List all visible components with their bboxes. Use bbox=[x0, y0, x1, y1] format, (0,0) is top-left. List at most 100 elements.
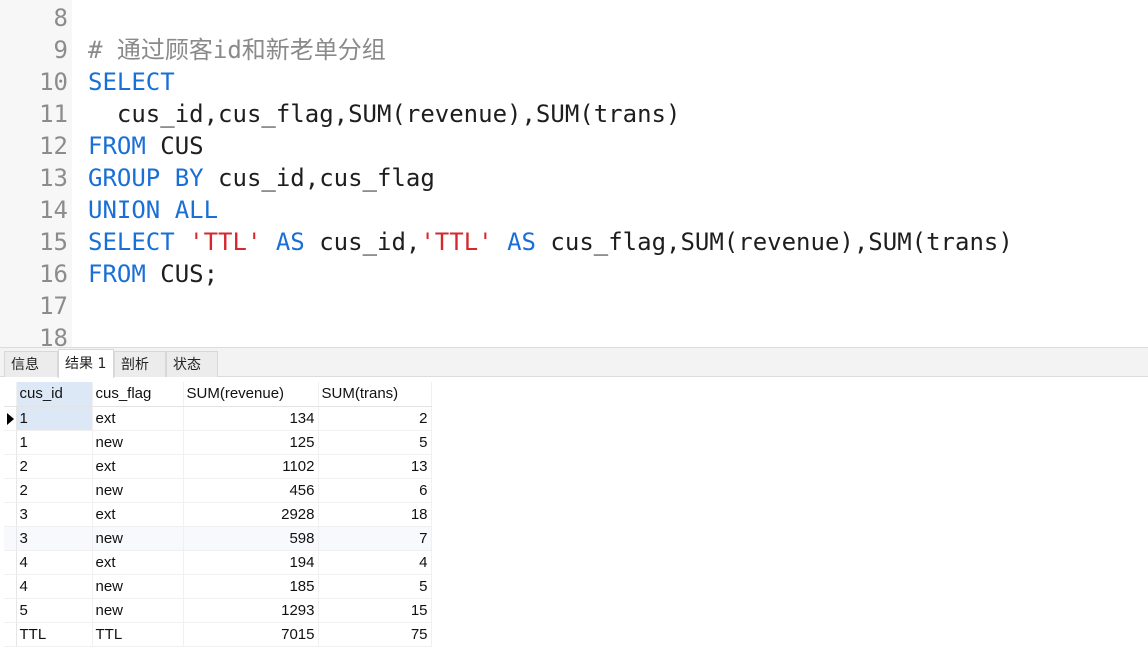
line-number: 10 bbox=[39, 68, 68, 96]
cell-sum-trans[interactable]: 75 bbox=[318, 622, 432, 647]
cell-sum-revenue[interactable]: 125 bbox=[183, 430, 319, 455]
table-header-row: cus_id cus_flag SUM(revenue) SUM(trans) bbox=[4, 382, 432, 407]
table-row[interactable]: 2 new 456 6 bbox=[4, 478, 432, 503]
column-header-cus-id[interactable]: cus_id bbox=[16, 382, 93, 407]
code-line[interactable]: 10 SELECT bbox=[0, 66, 1148, 98]
cell-cus-flag[interactable]: TTL bbox=[92, 622, 184, 647]
cell-cus-id[interactable]: 2 bbox=[16, 478, 93, 503]
cell-sum-revenue[interactable]: 456 bbox=[183, 478, 319, 503]
code-line[interactable]: 16 FROM CUS; bbox=[0, 258, 1148, 290]
code-line[interactable]: 15 SELECT 'TTL' AS cus_id,'TTL' AS cus_fl… bbox=[0, 226, 1148, 258]
cell-cus-id[interactable]: 4 bbox=[16, 574, 93, 599]
sql-token: cus_flag,SUM(revenue),SUM(trans) bbox=[535, 228, 1013, 256]
row-marker[interactable] bbox=[4, 598, 17, 623]
cell-cus-id[interactable]: 3 bbox=[16, 502, 93, 527]
row-marker[interactable] bbox=[4, 406, 17, 431]
sql-keyword: UNION ALL bbox=[88, 196, 219, 224]
code-line[interactable]: 12 FROM CUS bbox=[0, 130, 1148, 162]
cell-cus-id[interactable]: 1 bbox=[16, 406, 93, 431]
sql-token: cus_id, bbox=[304, 228, 421, 256]
row-marker[interactable] bbox=[4, 622, 17, 647]
result-tab-bar: 信息 结果 1 剖析 状态 bbox=[0, 347, 1148, 378]
column-header-sum-revenue[interactable]: SUM(revenue) bbox=[183, 382, 319, 407]
cell-cus-flag[interactable]: ext bbox=[92, 502, 184, 527]
cell-sum-revenue[interactable]: 7015 bbox=[183, 622, 319, 647]
tab-status[interactable]: 状态 bbox=[166, 351, 218, 377]
line-number: 14 bbox=[39, 196, 68, 224]
cell-sum-revenue[interactable]: 185 bbox=[183, 574, 319, 599]
tab-info[interactable]: 信息 bbox=[4, 351, 58, 377]
cell-cus-flag[interactable]: ext bbox=[92, 454, 184, 479]
sql-keyword: FROM bbox=[88, 260, 146, 288]
row-marker[interactable] bbox=[4, 526, 17, 551]
cell-sum-trans[interactable]: 13 bbox=[318, 454, 432, 479]
row-marker[interactable] bbox=[4, 454, 17, 479]
column-header-sum-trans[interactable]: SUM(trans) bbox=[318, 382, 432, 407]
cell-sum-trans[interactable]: 7 bbox=[318, 526, 432, 551]
line-number: 13 bbox=[39, 164, 68, 192]
column-header-cus-flag[interactable]: cus_flag bbox=[92, 382, 184, 407]
sql-keyword: FROM bbox=[88, 132, 146, 160]
sql-token: CUS bbox=[145, 132, 204, 160]
cell-cus-id[interactable]: TTL bbox=[16, 622, 93, 647]
line-number: 16 bbox=[39, 260, 68, 288]
table-row[interactable]: 1 new 125 5 bbox=[4, 430, 432, 455]
code-line[interactable]: 9 # 通过顾客id和新老单分组 bbox=[0, 34, 1148, 66]
table-row[interactable]: 1 ext 134 2 bbox=[4, 406, 432, 431]
code-line[interactable]: 8 bbox=[0, 2, 1148, 34]
cell-cus-id[interactable]: 5 bbox=[16, 598, 93, 623]
code-text: SELECT bbox=[88, 66, 175, 98]
cell-sum-revenue[interactable]: 598 bbox=[183, 526, 319, 551]
cell-cus-id[interactable]: 2 bbox=[16, 454, 93, 479]
cell-cus-id[interactable]: 4 bbox=[16, 550, 93, 575]
code-line[interactable]: 14 UNION ALL bbox=[0, 194, 1148, 226]
sql-editor[interactable]: 8 9 # 通过顾客id和新老单分组 10 SELECT 11 cus_id,cus_fl… bbox=[0, 0, 1148, 347]
cell-cus-flag[interactable]: new bbox=[92, 430, 184, 455]
table-row[interactable]: 4 ext 194 4 bbox=[4, 550, 432, 575]
code-line[interactable]: 18 bbox=[0, 322, 1148, 347]
result-table: cus_id cus_flag SUM(revenue) SUM(trans) … bbox=[4, 382, 432, 647]
code-text: FROM CUS; bbox=[88, 258, 218, 290]
sql-token: cus_id,cus_flag,SUM(revenue),SUM(trans) bbox=[88, 100, 681, 128]
cell-sum-revenue[interactable]: 1102 bbox=[183, 454, 319, 479]
cell-sum-trans[interactable]: 6 bbox=[318, 478, 432, 503]
cell-sum-trans[interactable]: 18 bbox=[318, 502, 432, 527]
row-marker[interactable] bbox=[4, 478, 17, 503]
cell-sum-trans[interactable]: 5 bbox=[318, 574, 432, 599]
code-line[interactable]: 13 GROUP BY cus_id,cus_flag bbox=[0, 162, 1148, 194]
cell-sum-trans[interactable]: 15 bbox=[318, 598, 432, 623]
sql-string: 'TTL' bbox=[189, 228, 262, 256]
cell-cus-flag[interactable]: ext bbox=[92, 550, 184, 575]
cell-sum-trans[interactable]: 4 bbox=[318, 550, 432, 575]
cell-cus-flag[interactable]: new bbox=[92, 574, 184, 599]
table-row[interactable]: 5 new 1293 15 bbox=[4, 598, 432, 623]
table-row[interactable]: 2 ext 1102 13 bbox=[4, 454, 432, 479]
code-text: FROM CUS bbox=[88, 130, 204, 162]
table-row[interactable]: 4 new 185 5 bbox=[4, 574, 432, 599]
code-line[interactable]: 17 bbox=[0, 290, 1148, 322]
cell-sum-revenue[interactable]: 134 bbox=[183, 406, 319, 431]
cell-cus-id[interactable]: 1 bbox=[16, 430, 93, 455]
cell-cus-flag[interactable]: ext bbox=[92, 406, 184, 431]
cell-sum-revenue[interactable]: 194 bbox=[183, 550, 319, 575]
code-line[interactable]: 11 cus_id,cus_flag,SUM(revenue),SUM(tran… bbox=[0, 98, 1148, 130]
row-marker[interactable] bbox=[4, 502, 17, 527]
cell-cus-flag[interactable]: new bbox=[92, 526, 184, 551]
cell-cus-flag[interactable]: new bbox=[92, 478, 184, 503]
cell-cus-id[interactable]: 3 bbox=[16, 526, 93, 551]
table-row[interactable]: 3 ext 2928 18 bbox=[4, 502, 432, 527]
row-marker[interactable] bbox=[4, 574, 17, 599]
cell-sum-revenue[interactable]: 1293 bbox=[183, 598, 319, 623]
result-grid[interactable]: cus_id cus_flag SUM(revenue) SUM(trans) … bbox=[0, 378, 1148, 664]
tab-profile[interactable]: 剖析 bbox=[114, 351, 166, 377]
row-marker[interactable] bbox=[4, 550, 17, 575]
table-row[interactable]: 3 new 598 7 bbox=[4, 526, 432, 551]
cell-sum-trans[interactable]: 2 bbox=[318, 406, 432, 431]
cell-sum-revenue[interactable]: 2928 bbox=[183, 502, 319, 527]
row-marker[interactable] bbox=[4, 430, 17, 455]
tab-result-1[interactable]: 结果 1 bbox=[58, 349, 114, 378]
table-row[interactable]: TTL TTL 7015 75 bbox=[4, 622, 432, 647]
cell-cus-flag[interactable]: new bbox=[92, 598, 184, 623]
cell-sum-trans[interactable]: 5 bbox=[318, 430, 432, 455]
